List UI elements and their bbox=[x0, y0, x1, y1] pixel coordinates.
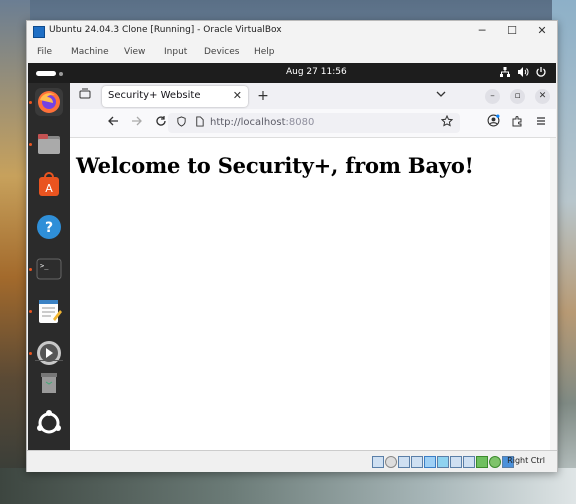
url-text[interactable]: http://localhost:8080 bbox=[210, 117, 314, 128]
tab-close-icon[interactable]: ✕ bbox=[233, 89, 242, 102]
virtualbox-window: Ubuntu 24.04.3 Clone [Running] - Oracle … bbox=[26, 20, 558, 472]
virtualbox-title-bar: Ubuntu 24.04.3 Clone [Running] - Oracle … bbox=[27, 21, 557, 43]
tab-security-website[interactable]: Security+ Website ✕ bbox=[102, 86, 248, 107]
close-button[interactable]: ✕ bbox=[527, 23, 557, 39]
navigation-toolbar: http://localhost:8080 bbox=[70, 109, 556, 138]
menu-file[interactable]: File bbox=[37, 47, 52, 57]
text-editor-icon[interactable] bbox=[35, 297, 63, 325]
clock[interactable]: Aug 27 11:56 bbox=[286, 67, 347, 77]
app-menu-icon[interactable] bbox=[532, 114, 550, 132]
url-port: :8080 bbox=[285, 117, 315, 128]
dock-separator bbox=[35, 360, 63, 361]
menu-input[interactable]: Input bbox=[164, 47, 187, 57]
terminal-icon[interactable]: >_ bbox=[35, 255, 63, 283]
hard-disk-icon[interactable] bbox=[372, 456, 384, 468]
account-icon[interactable] bbox=[484, 114, 502, 132]
page-content: Welcome to Security+, from Bayo! bbox=[70, 138, 556, 450]
page-scrollbar[interactable] bbox=[550, 138, 556, 450]
usb-icon[interactable] bbox=[424, 456, 436, 468]
firefox-icon[interactable] bbox=[35, 88, 63, 116]
activities-indicator[interactable] bbox=[36, 71, 56, 76]
list-tabs-icon[interactable] bbox=[432, 87, 450, 105]
running-indicator bbox=[29, 143, 32, 146]
virtualbox-menu-bar: File Machine View Input Devices Help bbox=[27, 43, 557, 63]
display-icon[interactable] bbox=[450, 456, 462, 468]
menu-view[interactable]: View bbox=[124, 47, 145, 57]
firefox-window: Security+ Website ✕ + – ▫ ✕ http://local… bbox=[70, 83, 556, 450]
app-center-icon[interactable]: A bbox=[35, 171, 63, 199]
guest-screen[interactable]: Aug 27 11:56 A ? >_ Security+ Website ✕ … bbox=[28, 63, 556, 450]
back-button[interactable] bbox=[104, 114, 122, 132]
volume-icon[interactable] bbox=[517, 66, 529, 79]
url-bar[interactable]: http://localhost:8080 bbox=[168, 113, 460, 133]
page-heading: Welcome to Security+, from Bayo! bbox=[76, 153, 474, 178]
svg-text:?: ? bbox=[45, 220, 53, 236]
power-icon[interactable] bbox=[535, 66, 547, 79]
browser-close-button[interactable]: ✕ bbox=[535, 89, 550, 104]
tab-bar: Security+ Website ✕ + – ▫ ✕ bbox=[70, 83, 556, 109]
browser-maximize-button[interactable]: ▫ bbox=[510, 89, 525, 104]
forward-button[interactable] bbox=[128, 114, 146, 132]
svg-text:A: A bbox=[45, 182, 53, 195]
running-indicator bbox=[29, 101, 32, 104]
virtualbox-logo-icon bbox=[33, 26, 45, 38]
host-key-label: Right Ctrl bbox=[507, 456, 545, 465]
trash-icon[interactable] bbox=[35, 368, 63, 396]
network-adapter-icon[interactable] bbox=[411, 456, 423, 468]
files-icon[interactable] bbox=[35, 130, 63, 158]
help-icon[interactable]: ? bbox=[35, 213, 63, 241]
menu-machine[interactable]: Machine bbox=[71, 47, 109, 57]
browser-minimize-button[interactable]: – bbox=[485, 89, 500, 104]
guest-additions-icon[interactable] bbox=[489, 456, 501, 468]
bookmark-star-icon[interactable] bbox=[438, 114, 456, 132]
virtualbox-status-bar: Right Ctrl bbox=[27, 450, 557, 472]
running-indicator bbox=[29, 352, 32, 355]
window-title: Ubuntu 24.04.3 Clone [Running] - Oracle … bbox=[49, 25, 282, 35]
running-indicator bbox=[29, 310, 32, 313]
ubuntu-apps-icon[interactable] bbox=[35, 409, 63, 437]
tab-overview-icon[interactable] bbox=[76, 87, 94, 105]
desktop-wallpaper-bottom bbox=[0, 468, 576, 504]
maximize-button[interactable]: ☐ bbox=[497, 23, 527, 39]
gnome-top-bar: Aug 27 11:56 bbox=[28, 63, 556, 83]
menu-help[interactable]: Help bbox=[254, 47, 275, 57]
optical-drive-icon[interactable] bbox=[385, 456, 397, 468]
tracking-protection-icon[interactable] bbox=[172, 114, 190, 132]
cpu-indicator-icon[interactable] bbox=[476, 456, 488, 468]
shared-folders-icon[interactable] bbox=[437, 456, 449, 468]
ubuntu-dock: A ? >_ bbox=[28, 83, 70, 450]
new-tab-button[interactable]: + bbox=[254, 87, 272, 105]
running-indicator bbox=[29, 268, 32, 271]
video-capture-icon[interactable] bbox=[463, 456, 475, 468]
menu-devices[interactable]: Devices bbox=[204, 47, 239, 57]
minimize-button[interactable]: ─ bbox=[467, 23, 497, 39]
svg-text:>_: >_ bbox=[40, 262, 49, 270]
network-icon[interactable] bbox=[499, 66, 511, 79]
media-icon[interactable] bbox=[35, 339, 63, 367]
audio-icon[interactable] bbox=[398, 456, 410, 468]
workspace-dot bbox=[59, 72, 63, 76]
url-host: http://localhost bbox=[210, 117, 286, 128]
extensions-icon[interactable] bbox=[508, 114, 526, 132]
page-info-icon[interactable] bbox=[190, 114, 208, 132]
tab-title: Security+ Website bbox=[108, 90, 201, 101]
